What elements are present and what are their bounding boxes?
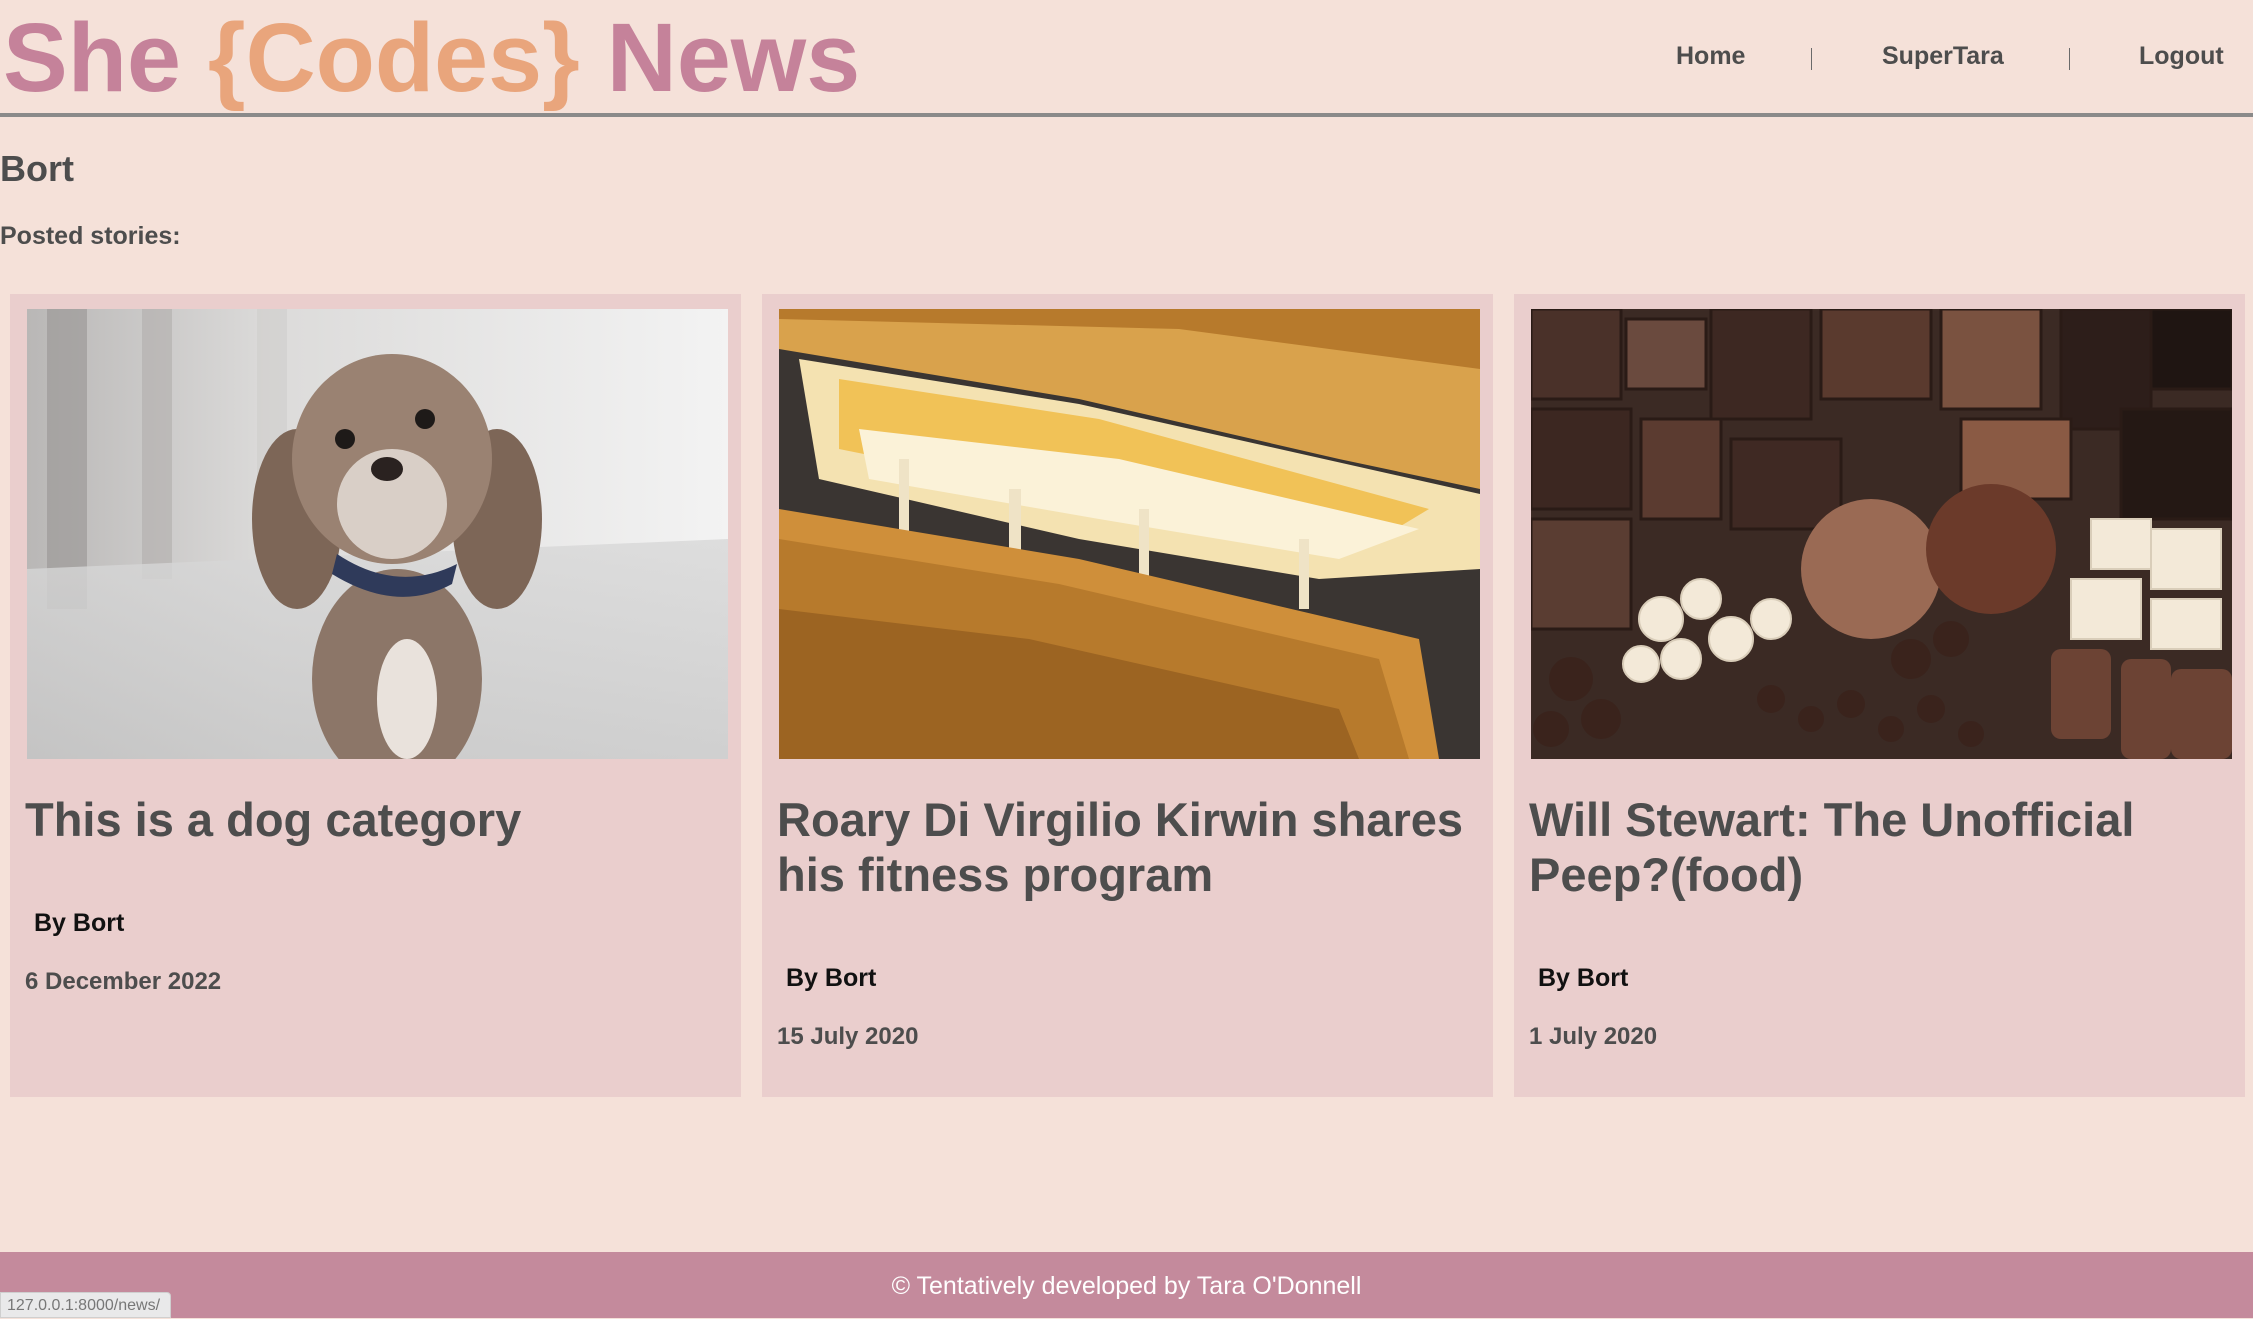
story-title[interactable]: This is a dog category (25, 792, 735, 847)
story-title[interactable]: Roary Di Virgilio Kirwin shares his fitn… (777, 792, 1487, 902)
status-bar-url: 127.0.0.1:8000/news/ (0, 1292, 172, 1318)
site-header: She {Codes} News Home SuperTara Logout (0, 0, 2253, 117)
nav-user-link[interactable]: SuperTara (1882, 42, 2004, 71)
story-image-chocolate[interactable] (1531, 309, 2232, 759)
story-date: 1 July 2020 (1529, 1023, 1658, 1050)
footer-credit: © Tentatively developed by Tara O'Donnel… (891, 1272, 1362, 1300)
story-date: 15 July 2020 (777, 1023, 919, 1050)
logo-news: News (579, 3, 861, 112)
page-title: Bort (0, 148, 74, 189)
story-author: By Bort (34, 909, 125, 937)
story-card[interactable]: This is a dog category By Bort 6 Decembe… (10, 294, 741, 1097)
site-footer: © Tentatively developed by Tara O'Donnel… (0, 1252, 2253, 1318)
logo-codes: {Codes} (207, 3, 580, 112)
story-date: 6 December 2022 (25, 968, 222, 995)
story-title[interactable]: Will Stewart: The Unofficial Peep?(food) (1529, 792, 2239, 902)
story-image-grilled-cheese[interactable] (779, 309, 1480, 759)
nav-home-link[interactable]: Home (1676, 42, 1745, 71)
posted-stories-label: Posted stories: (0, 222, 181, 250)
story-author: By Bort (786, 964, 877, 992)
site-logo[interactable]: She {Codes} News (3, 0, 860, 115)
nav-divider (2069, 48, 2070, 70)
logo-she: She (3, 3, 208, 112)
story-author: By Bort (1538, 964, 1629, 992)
story-card[interactable]: Will Stewart: The Unofficial Peep?(food)… (1514, 294, 2245, 1097)
nav-logout-link[interactable]: Logout (2139, 42, 2224, 71)
story-card[interactable]: Roary Di Virgilio Kirwin shares his fitn… (762, 294, 1493, 1097)
story-image-dog[interactable] (27, 309, 728, 759)
nav-divider (1811, 48, 1812, 70)
